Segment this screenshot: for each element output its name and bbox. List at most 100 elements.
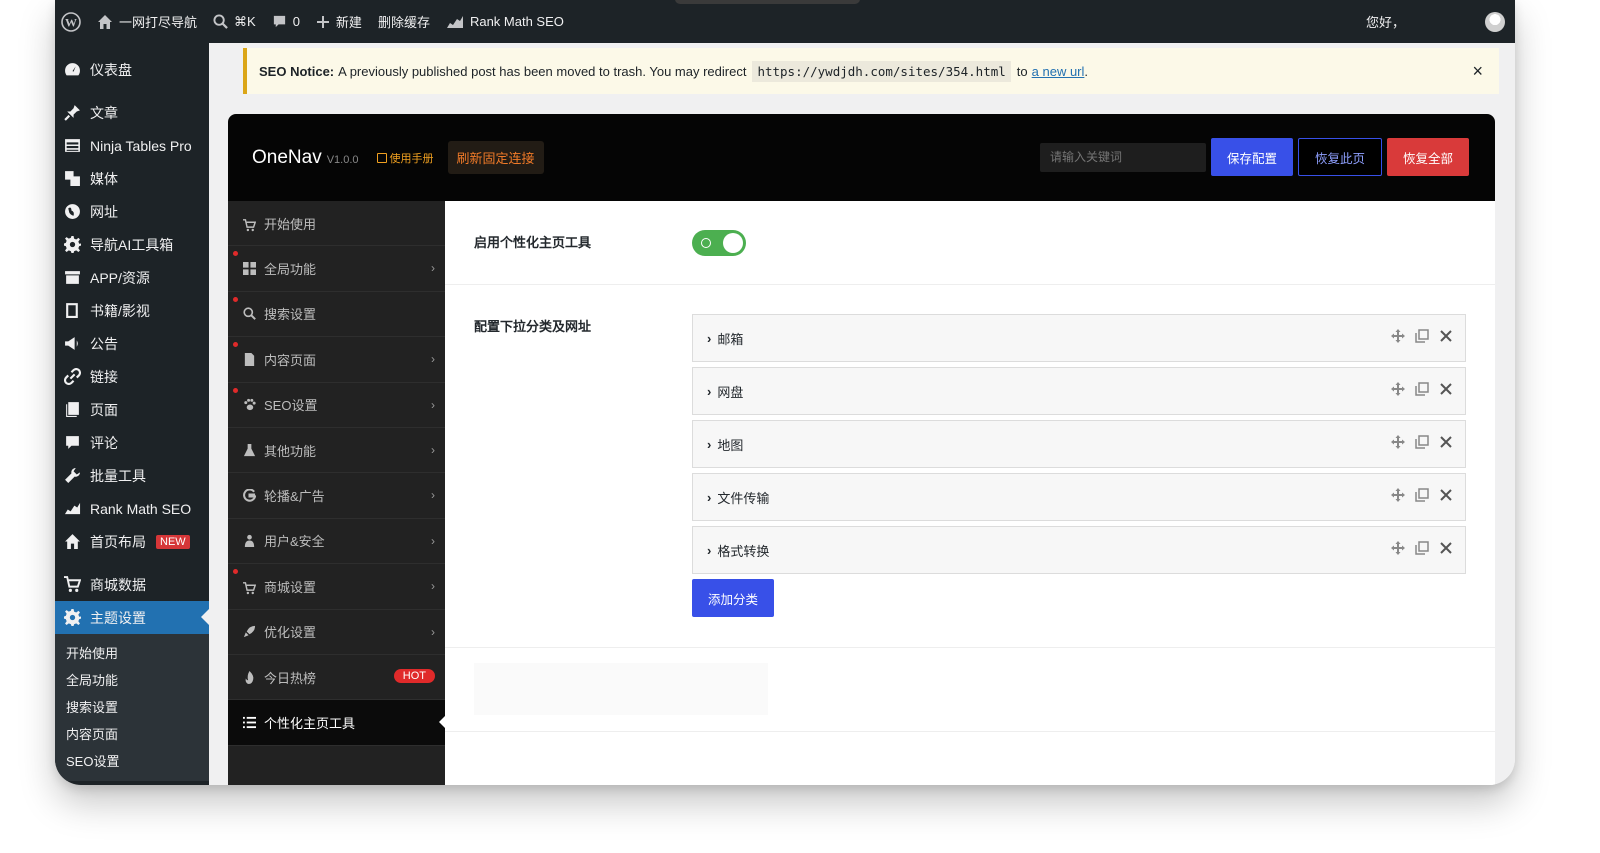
divider [445,731,1495,732]
options-nav-item[interactable]: 全局功能 › [228,246,445,292]
enable-toggle[interactable] [692,230,746,256]
move-icon[interactable] [1391,382,1405,396]
notice-new-url-link[interactable]: a new url [1032,64,1085,79]
add-category-button[interactable]: 添加分类 [692,579,774,617]
wp-menu-label: Ninja Tables Pro [90,137,192,154]
accordion-group[interactable]: › 文件传输 [692,473,1466,521]
theme-settings-submenu: 开始使用 全局功能 搜索设置 内容页面 SEO设置 [55,634,209,781]
comments-link[interactable]: 0 [264,0,308,43]
remove-icon[interactable] [1439,435,1453,449]
move-icon[interactable] [1391,488,1405,502]
wp-menu-item[interactable]: 导航AI工具箱 [55,228,209,261]
duplicate-icon[interactable] [1415,541,1429,555]
options-nav-item[interactable]: 商城设置 › [228,564,445,610]
restore-all-button[interactable]: 恢复全部 [1386,138,1469,176]
plus-icon [316,15,329,28]
options-nav-label: 优化设置 [264,625,317,641]
options-nav-item[interactable]: 今日热榜 HOT [228,655,445,701]
wp-menu-item[interactable]: Rank Math SEO [55,492,209,525]
wp-menu-item[interactable]: 网址 [55,195,209,228]
remove-icon[interactable] [1439,488,1453,502]
close-icon[interactable]: × [1472,61,1483,82]
rank-math-menu[interactable]: Rank Math SEO [438,0,572,43]
move-icon[interactable] [1391,435,1405,449]
options-search-input[interactable] [1039,142,1206,172]
camera-notch [675,0,860,4]
admin-bar: W 一网打尽导航 ⌘K 0 新建 删除缓存 Rank Math SEO 您好， [55,0,1515,43]
chevron-right-icon: › [431,397,435,412]
wp-menu-label: 主题设置 [90,609,146,626]
options-nav-item[interactable]: 其他功能 › [228,428,445,474]
wp-menu-item[interactable]: 书籍/影视 [55,294,209,327]
move-icon[interactable] [1391,541,1405,555]
wp-menu-item[interactable]: 评论 [55,426,209,459]
wp-menu-item[interactable]: 仪表盘 [55,53,209,86]
duplicate-icon[interactable] [1415,435,1429,449]
wp-menu-item[interactable]: 页面 [55,393,209,426]
wp-menu-item[interactable]: APP/资源 [55,261,209,294]
avatar[interactable] [1485,11,1505,32]
refresh-permalinks-button[interactable]: 刷新固定连接 [447,141,544,174]
wp-menu-item[interactable]: 首页布局 NEW [55,525,209,558]
submenu-item[interactable]: 内容页面 [55,721,209,748]
options-nav-item[interactable]: 用户&安全 › [228,519,445,565]
wp-menu-item[interactable]: 批量工具 [55,459,209,492]
user-icon [243,534,256,548]
wp-menu-item[interactable]: 媒体 [55,162,209,195]
options-nav-label: 轮播&广告 [264,489,325,505]
accordion-group[interactable]: › 邮箱 [692,314,1466,362]
wp-menu-item[interactable]: 文章 [55,96,209,129]
accordion-group[interactable]: › 地图 [692,420,1466,468]
onenav-options-panel: OneNav V1.0.0 使用手册 刷新固定连接 保存配置 恢复此页 恢复全部… [228,114,1495,785]
group-title: 网盘 [717,384,744,400]
rocket-icon [243,625,256,638]
gear-icon [63,608,82,627]
options-nav-item[interactable]: 内容页面 › [228,337,445,383]
submenu-item[interactable]: 全局功能 [55,667,209,694]
chevron-right-icon: › [431,442,435,457]
accordion-group[interactable]: › 网盘 [692,367,1466,415]
wp-menu-item[interactable]: Ninja Tables Pro [55,129,209,162]
list-icon [243,716,256,729]
options-nav-item[interactable]: SEO设置 › [228,383,445,428]
wp-menu-item[interactable]: 公告 [55,327,209,360]
submenu-item[interactable]: 开始使用 [55,640,209,667]
options-nav-item[interactable]: 搜索设置 [228,292,445,338]
toggle-off-glyph [701,238,711,248]
cart-icon [243,217,256,231]
wp-menu-item[interactable]: 商城数据 [55,568,209,601]
accordion-group[interactable]: › 格式转换 [692,526,1466,574]
new-badge: NEW [156,534,190,549]
options-nav-item[interactable]: 个性化主页工具 [228,700,445,746]
remove-icon[interactable] [1439,329,1453,343]
options-nav-item[interactable]: 轮播&广告 › [228,473,445,519]
wp-menu-item[interactable]: 主题设置 [55,601,209,634]
search-icon [213,14,228,29]
duplicate-icon[interactable] [1415,382,1429,396]
wp-menu-item[interactable]: 链接 [55,360,209,393]
options-nav-label: 搜索设置 [264,307,317,323]
new-content-menu[interactable]: 新建 [308,0,370,43]
site-name-link[interactable]: 一网打尽导航 [89,0,205,43]
new-dot [233,569,238,575]
restore-page-button[interactable]: 恢复此页 [1297,138,1382,176]
move-icon[interactable] [1391,329,1405,343]
remove-icon[interactable] [1439,382,1453,396]
wp-menu-label: 仪表盘 [90,61,132,78]
admin-search[interactable]: ⌘K [205,0,264,43]
remove-icon[interactable] [1439,541,1453,555]
clear-cache-link[interactable]: 删除缓存 [370,0,438,43]
wp-menu-label: 媒体 [90,170,118,187]
options-nav-item[interactable]: 优化设置 › [228,610,445,655]
submenu-item[interactable]: SEO设置 [55,748,209,775]
submenu-item[interactable]: 搜索设置 [55,694,209,721]
manual-link[interactable]: 使用手册 [376,150,434,166]
chevron-right-icon: › [431,352,435,367]
wordpress-logo-icon[interactable]: W [55,0,89,43]
options-nav-label: 今日热榜 [264,670,317,686]
duplicate-icon[interactable] [1415,488,1429,502]
save-config-button[interactable]: 保存配置 [1210,138,1293,176]
options-nav-item[interactable]: 开始使用 [228,201,445,247]
duplicate-icon[interactable] [1415,329,1429,343]
cart-icon [243,580,256,594]
